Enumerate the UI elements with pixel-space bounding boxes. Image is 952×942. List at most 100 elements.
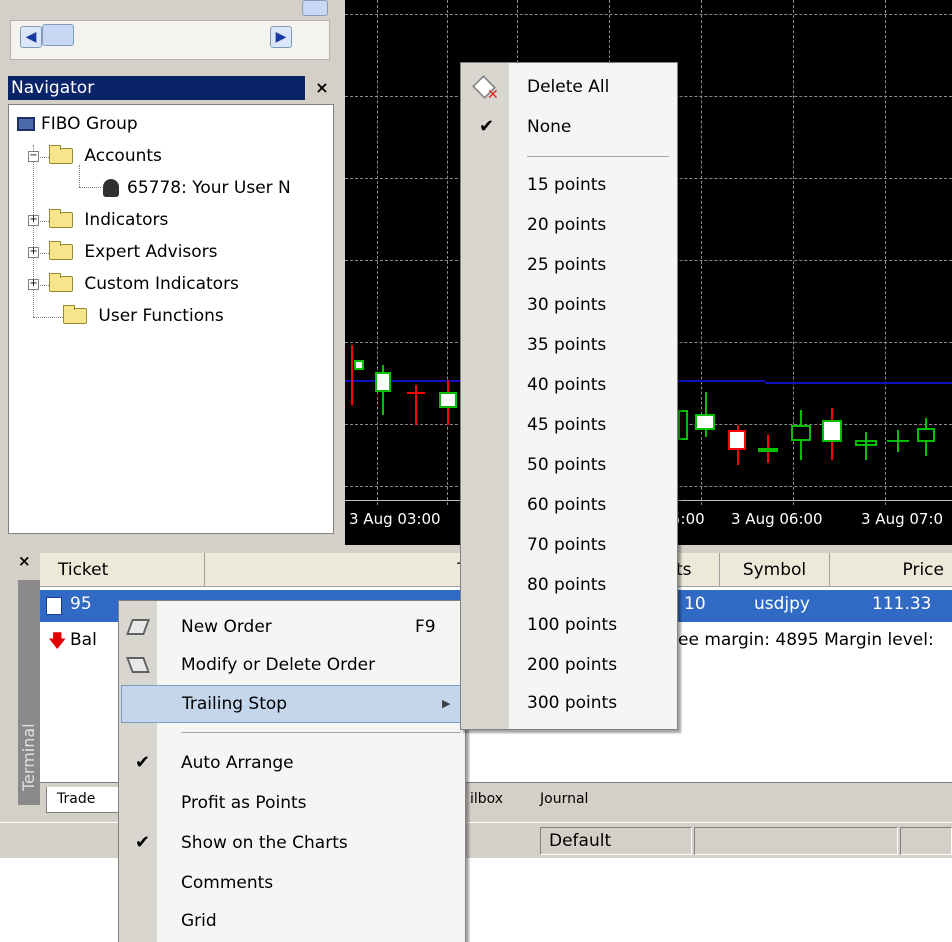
tree-item-user-functions[interactable]: User Functions [63,301,224,331]
folder-icon [63,305,87,324]
terminal-side-label: Terminal [18,580,40,805]
collapse-toggle[interactable]: − [28,151,39,162]
candle [695,414,715,430]
chevron-left-icon: ◀ [25,29,37,45]
tree-item-custom-indicators[interactable]: Custom Indicators [49,269,239,299]
time-axis-label: 3 Aug 07:0 [861,510,944,528]
candle [728,430,746,450]
candle [351,345,353,405]
terminal-label: Terminal [19,723,38,791]
tree-item-label: User Functions [98,306,224,326]
menu-item-profit-as-points[interactable]: Profit as Points [119,783,465,823]
column-symbol[interactable]: Symbol [720,553,830,587]
menu-item-points[interactable]: 80 points [461,565,677,605]
check-icon: ✔ [135,752,151,773]
candle [865,432,867,460]
tab-trade[interactable]: Trade [46,787,126,813]
scroll-thumb[interactable] [42,24,74,46]
menu-item-points[interactable]: 35 points [461,325,677,365]
column-size[interactable]: ts [674,553,720,587]
menu-item-delete-all[interactable]: ✕ Delete All [461,67,677,107]
menu-item-label: 70 points [527,535,607,555]
tree-item-label: 65778: Your User N [127,178,291,198]
balance-summary: ee margin: 4895 Margin level: [678,630,934,650]
menu-item-show-on-charts[interactable]: ✔ Show on the Charts [119,823,465,863]
scroll-right-button[interactable]: ▶ [270,26,292,48]
menu-item-points[interactable]: 300 points [461,683,677,723]
menu-item-new-order[interactable]: New Order F9 [119,607,465,647]
size-cell: 10 [684,594,706,614]
navigator-title: Navigator [8,76,305,100]
column-time[interactable]: Ti [205,553,477,587]
tree-item-label: Custom Indicators [84,274,239,294]
menu-item-label: 25 points [527,255,607,275]
candle [415,385,417,425]
time-axis-label: 3 Aug 06:00 [731,510,823,528]
menu-item-label: 45 points [527,415,607,435]
trailing-stop-submenu: ✕ Delete All ✔ None 15 points 20 points … [460,62,678,730]
symbol-cell: usdjpy [754,594,810,614]
order-icon [46,597,62,615]
expand-toggle[interactable]: + [28,247,39,258]
menu-item-comments[interactable]: Comments [119,863,465,903]
menu-item-points[interactable]: 30 points [461,285,677,325]
menu-item-points[interactable]: 25 points [461,245,677,285]
menu-item-points[interactable]: 45 points [461,405,677,445]
tab-mailbox[interactable]: ilbox [468,787,532,813]
menu-item-points[interactable]: 20 points [461,205,677,245]
column-price[interactable]: Price [830,553,952,587]
menu-item-label: 50 points [527,455,607,475]
candle [822,420,842,442]
menu-item-points[interactable]: 100 points [461,605,677,645]
menu-item-label: None [527,117,572,137]
user-account-icon [103,179,119,197]
navigator-close-button[interactable]: × [310,76,334,100]
folder-icon [49,209,73,228]
menu-item-label: Trailing Stop [182,694,288,714]
tree-item-broker[interactable]: FIBO Group [17,109,138,139]
menu-item-label: Show on the Charts [181,833,348,853]
column-ticket[interactable]: Ticket [50,553,205,587]
new-order-icon [126,619,150,635]
balance-label: Bal [70,630,97,650]
menu-item-modify-order[interactable]: Modify or Delete Order [119,645,465,685]
scroll-left-button[interactable]: ◀ [20,26,42,48]
tree-item-expert-advisors[interactable]: Expert Advisors [49,237,218,267]
menu-item-points[interactable]: 50 points [461,445,677,485]
menu-item-label: New Order [181,617,272,637]
check-icon: ✔ [479,116,495,137]
menu-item-points[interactable]: 40 points [461,365,677,405]
menu-item-label: 100 points [527,615,618,635]
menu-item-grid[interactable]: Grid [119,901,465,941]
menu-item-trailing-stop[interactable]: Trailing Stop ▶ [121,685,463,723]
menu-item-none[interactable]: ✔ None [461,107,677,147]
terminal-close-button[interactable]: × [18,552,31,570]
tree-item-label: Expert Advisors [84,242,218,262]
menu-item-points[interactable]: 200 points [461,645,677,685]
menu-item-label: Profit as Points [181,793,307,813]
down-arrow-icon: 🡇 [48,631,67,652]
menu-item-points[interactable]: 70 points [461,525,677,565]
expand-toggle[interactable]: + [28,215,39,226]
menu-item-auto-arrange[interactable]: ✔ Auto Arrange [119,743,465,783]
tree-item-indicators[interactable]: Indicators [49,205,168,235]
tree-item-account[interactable]: 65778: Your User N [103,173,291,203]
folder-icon [49,145,73,164]
time-axis-label: 3 Aug 03:00 [349,510,441,528]
status-profile: Default [540,827,692,855]
menu-item-points[interactable]: 60 points [461,485,677,525]
menu-item-label: 20 points [527,215,607,235]
status-cell [900,827,952,855]
candle [375,372,391,392]
tree-item-accounts[interactable]: Accounts [49,141,162,171]
modify-order-icon [126,657,150,673]
scroll-up-button[interactable] [302,0,328,16]
candle [439,392,457,408]
tab-journal[interactable]: Journal [536,787,620,813]
menu-item-label: 80 points [527,575,607,595]
navigator-tree[interactable]: FIBO Group − Accounts 65778: Your User N… [8,104,334,534]
menu-item-label: 35 points [527,335,607,355]
expand-toggle[interactable]: + [28,279,39,290]
menu-item-points[interactable]: 15 points [461,165,677,205]
menu-item-label: Grid [181,911,217,931]
